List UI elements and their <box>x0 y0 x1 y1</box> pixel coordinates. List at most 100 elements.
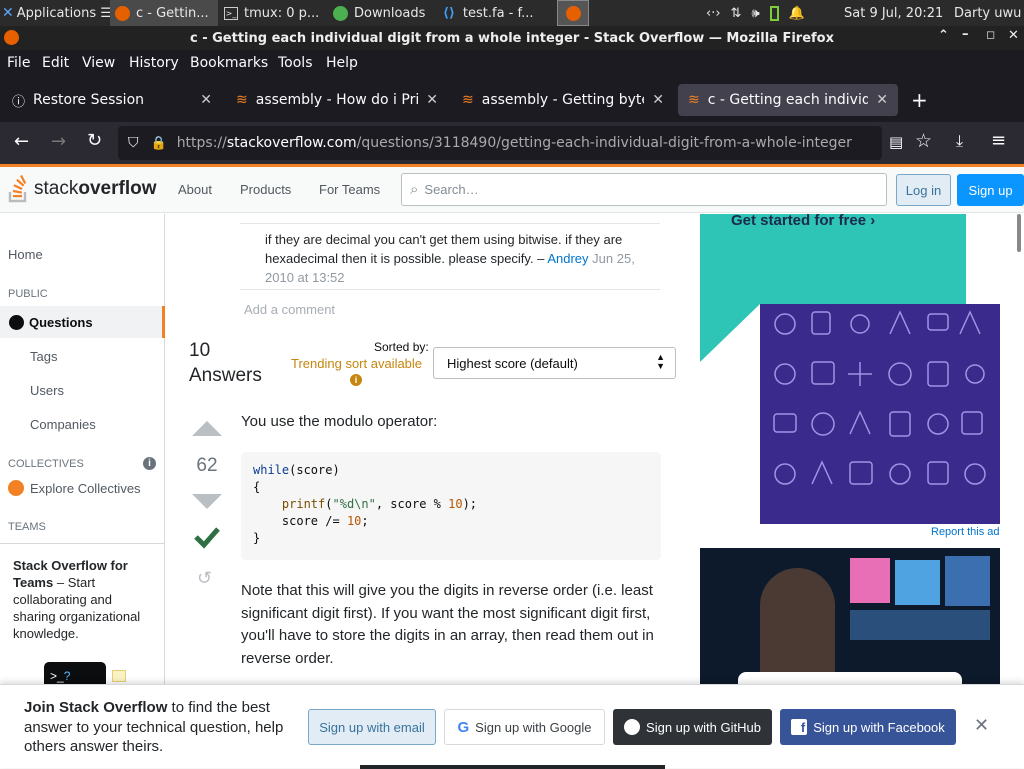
sidebar-item-explore-collectives[interactable]: Explore Collectives <box>8 480 141 496</box>
menu-bookmarks[interactable]: Bookmarks <box>190 55 268 71</box>
sidebar-item-companies[interactable]: Companies <box>30 417 96 432</box>
tab-close-icon[interactable]: ✕ <box>200 92 212 108</box>
signup-google-button[interactable]: G Sign up with Google <box>444 709 605 745</box>
ad-photo <box>700 548 1000 684</box>
close-icon[interactable]: ✕ <box>974 715 989 736</box>
comment: if they are decimal you can't get them u… <box>265 230 660 287</box>
lock-icon[interactable]: 🔒 <box>151 136 167 151</box>
tab-close-icon[interactable]: ✕ <box>426 92 438 108</box>
github-icon <box>624 719 641 735</box>
so-header: stack overflow About Products For Teams ⌕… <box>0 167 1024 213</box>
bell-icon[interactable]: 🔔 <box>789 6 805 21</box>
maximize-icon[interactable]: ◻ <box>986 28 995 41</box>
answer-body: Note that this will give you the digits … <box>241 582 654 667</box>
trending-sort-notice[interactable]: Trending sort available <box>291 356 422 371</box>
monitor-screen <box>850 610 990 640</box>
info-icon[interactable]: i <box>350 374 362 386</box>
new-tab-icon[interactable]: + <box>911 88 928 112</box>
signup-email-button[interactable]: Sign up with email <box>308 709 436 745</box>
page-scrollbar[interactable] <box>1017 214 1021 252</box>
tab-assembly-print[interactable]: ≋ assembly - How do i Print ✕ <box>226 84 448 116</box>
clock[interactable]: Sat 9 Jul, 20:21 <box>844 0 944 26</box>
nav-for-teams[interactable]: For Teams <box>319 182 380 197</box>
ad-cta[interactable]: Get started for free › <box>731 214 875 229</box>
add-comment-link[interactable]: Add a comment <box>244 302 335 317</box>
download-icon[interactable]: ⤓ <box>956 131 963 151</box>
so-logo-icon <box>8 175 27 203</box>
url-path: /questions/3118490/getting-each-individu… <box>356 135 852 151</box>
downvote-icon[interactable] <box>192 494 222 509</box>
so-logo[interactable]: stack overflow <box>8 173 156 205</box>
ad-column: Get started for free › Report this ad <box>700 214 1024 684</box>
url-domain: stackoverflow.com <box>226 135 357 151</box>
menu-edit[interactable]: Edit <box>42 55 69 71</box>
info-icon[interactable]: i <box>143 457 156 470</box>
answers-header: 10 Answers <box>189 338 262 388</box>
code-token: (score) <box>289 463 340 477</box>
taskbar-item-downloads[interactable]: Downloads <box>330 0 438 26</box>
shield-icon[interactable]: ⛉ <box>128 135 139 151</box>
left-sidebar: Home PUBLIC Questions Tags Users Compani… <box>0 214 165 692</box>
forward-icon[interactable]: → <box>51 131 66 152</box>
history-icon[interactable]: ↺ <box>197 568 212 589</box>
tab-close-icon[interactable]: ✕ <box>876 92 888 108</box>
menu-tools[interactable]: Tools <box>278 55 313 71</box>
user-name[interactable]: Darty uwu <box>954 0 1024 26</box>
monitor-screen <box>945 556 990 606</box>
nav-about[interactable]: About <box>178 182 212 197</box>
upvote-icon[interactable] <box>192 421 222 436</box>
sidebar-item-questions[interactable]: Questions <box>0 306 165 338</box>
applications-label: Applications ☰ <box>16 5 110 21</box>
sidebar-item-home[interactable]: Home <box>8 247 43 262</box>
menu-icon[interactable]: ≡ <box>991 130 1006 151</box>
nav-products[interactable]: Products <box>240 182 291 197</box>
search-input[interactable]: ⌕ Search… <box>401 173 887 206</box>
tab-assembly-bytes[interactable]: ≋ assembly - Getting bytes ✕ <box>452 84 674 116</box>
taskbar-item-firefox[interactable]: c - Gettin... <box>110 0 218 26</box>
window-titlebar: c - Getting each individual digit from a… <box>0 26 1024 50</box>
button-label: Sign up with Facebook <box>813 719 945 735</box>
sidebar-item-users[interactable]: Users <box>30 383 64 398</box>
taskbar-item-vscode[interactable]: ⟨⟩ test.fa - f... <box>440 0 550 26</box>
reload-icon[interactable]: ↻ <box>87 130 102 151</box>
signup-github-button[interactable]: Sign up with GitHub <box>613 709 772 745</box>
code-function: printf <box>281 497 326 511</box>
comment-divider <box>240 223 660 224</box>
sidebar-heading-public: PUBLIC <box>8 288 48 300</box>
tab-active[interactable]: ≋ c - Getting each individual ✕ <box>678 84 898 116</box>
signup-button[interactable]: Sign up <box>957 174 1024 206</box>
sidebar-item-label: Explore Collectives <box>30 480 141 496</box>
transfer-icon[interactable]: ⇅ <box>731 6 742 21</box>
applications-menu[interactable]: ✕ Applications ☰ <box>2 0 110 26</box>
tab-restore-session[interactable]: ⓘ Restore Session ✕ <box>2 84 222 116</box>
sidebar-item-tags[interactable]: Tags <box>30 349 57 364</box>
sort-select[interactable]: Highest score (default) ▲ ▼ <box>433 347 676 379</box>
vote-score: 62 <box>196 455 218 476</box>
minimize-icon[interactable]: – <box>962 27 969 42</box>
login-button[interactable]: Log in <box>896 174 951 206</box>
close-icon[interactable]: ✕ <box>1008 28 1019 43</box>
signup-facebook-button[interactable]: f Sign up with Facebook <box>780 709 956 745</box>
menu-view[interactable]: View <box>82 55 115 71</box>
report-ad-link[interactable]: Report this ad <box>931 526 999 538</box>
star-icon[interactable]: ☆ <box>915 130 932 152</box>
menu-help[interactable]: Help <box>326 55 358 71</box>
battery-icon[interactable] <box>769 5 779 21</box>
taskbar-item-tmux[interactable]: >_ tmux: 0 p... <box>220 0 328 26</box>
url-bar[interactable]: ⛉ 🔒 https://stackoverflow.com/questions/… <box>118 126 882 160</box>
chevron-up-icon[interactable]: ⌃ <box>938 28 949 43</box>
select-arrows-icon: ▲ ▼ <box>656 352 665 371</box>
volume-icon[interactable]: 🕪 <box>751 6 759 21</box>
window-title: c - Getting each individual digit from a… <box>189 30 834 46</box>
taskbar-item-firefox-2[interactable] <box>557 0 589 26</box>
reader-view-icon[interactable]: ▤ <box>889 133 903 151</box>
comment-author[interactable]: Andrey <box>547 251 588 266</box>
logo-text-overflow: overflow <box>78 178 157 199</box>
menu-history[interactable]: History <box>129 55 179 71</box>
sidebar-item-label: Questions <box>29 314 93 330</box>
menu-file[interactable]: File <box>7 55 30 71</box>
network-icon[interactable]: ‹·› <box>706 6 721 21</box>
tab-close-icon[interactable]: ✕ <box>652 92 664 108</box>
navigation-toolbar: ← → ↻ ⛉ 🔒 https://stackoverflow.com/ques… <box>0 122 1024 164</box>
back-icon[interactable]: ← <box>14 131 29 152</box>
